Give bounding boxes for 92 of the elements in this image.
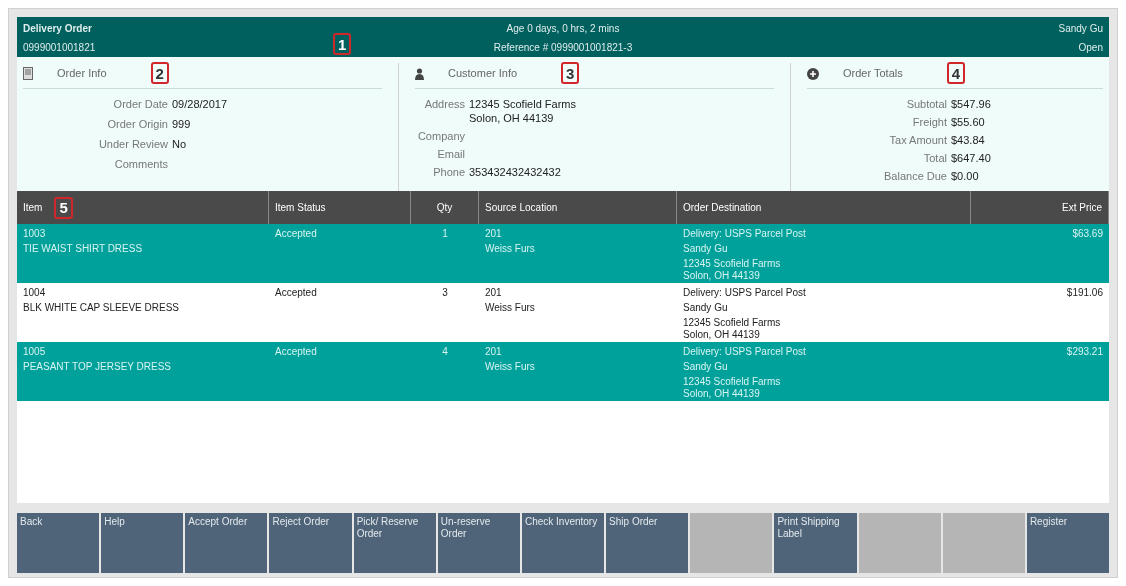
table-row[interactable]: 1005 PEASANT TOP JERSEY DRESS Accepted 4 201 Weiss Furs Delivery: USPS Parcel Post Sandy Gu 12345 Scofield Farms Solon, OH 44139 $293.21 — [17, 342, 1109, 401]
table-cell-text: PEASANT TOP JERSEY DRESS — [23, 360, 173, 373]
table-cell-text: TIE WAIST SHIRT DRESS — [23, 242, 144, 255]
field-label: Address — [423, 97, 465, 111]
order-type: Delivery Order — [23, 22, 92, 36]
action-button[interactable]: Check Inventory — [521, 513, 605, 573]
field-label: Total — [922, 151, 947, 165]
table-cell-text: 201 — [485, 286, 503, 299]
table-cell-text: Delivery: USPS Parcel Post — [683, 227, 807, 240]
table-cell-text: 201 — [485, 227, 503, 240]
field-label: Subtotal — [905, 97, 947, 111]
action-button[interactable]: Reject Order — [269, 513, 352, 573]
order-age: Age 0 days, 0 hrs, 2 mins — [506, 22, 620, 36]
order-number: 0999001001821 — [23, 41, 96, 55]
field-label: Phone — [432, 165, 465, 179]
field-value: 999 — [172, 117, 191, 131]
field-value: 353432432432432 — [469, 165, 561, 179]
action-button[interactable]: Back — [17, 513, 100, 573]
action-button[interactable]: Accept Order — [185, 513, 268, 573]
table-row[interactable]: 1003 TIE WAIST SHIRT DRESS Accepted 1 201 Weiss Furs Delivery: USPS Parcel Post Sandy Gu 12345 Scofield Farms Solon, OH 44139 $63.69 — [17, 224, 1109, 283]
table-cell-text: 1 — [441, 227, 449, 240]
table-cell-text: Sandy Gu — [683, 360, 729, 373]
table-cell-text: $191.06 — [1065, 286, 1103, 299]
column-header[interactable]: Qty — [436, 200, 453, 215]
column-header[interactable]: Source Location — [485, 200, 558, 215]
table-cell-text: $293.21 — [1065, 345, 1103, 358]
table-cell-text: Accepted — [275, 227, 318, 240]
action-button[interactable]: Print Shipping Label — [774, 513, 857, 573]
callout-number: 1 — [333, 33, 352, 55]
table-cell-text: 12345 Scofield Farms — [683, 375, 782, 388]
table-cell-text: Solon, OH 44139 — [683, 387, 761, 400]
section-title: Order Totals — [843, 66, 903, 82]
table-cell-text: 3 — [441, 286, 449, 299]
table-cell-text: Delivery: USPS Parcel Post — [683, 345, 807, 358]
field-value: Solon, OH 44139 — [469, 111, 555, 125]
table-cell-text: Weiss Furs — [485, 242, 536, 255]
field-label: Balance Due — [883, 169, 947, 183]
field-label: Under Review — [97, 137, 168, 151]
action-button[interactable]: Help — [101, 513, 184, 573]
field-value: $55.60 — [951, 115, 985, 129]
column-header[interactable]: Order Destination — [683, 200, 762, 215]
order-reference: Reference # 0999001001821-3 — [493, 41, 633, 55]
table-cell-text: Weiss Furs — [485, 301, 536, 314]
table-cell-text: 12345 Scofield Farms — [683, 257, 782, 270]
field-value: $0.00 — [951, 169, 979, 183]
field-value: 09/28/2017 — [172, 97, 228, 111]
customer-name: Sandy Gu — [1058, 22, 1103, 36]
table-cell-text: 4 — [441, 345, 449, 358]
column-header[interactable]: Ext Price — [1062, 200, 1102, 215]
field-label: Order Origin — [106, 117, 168, 131]
table-cell-text: Solon, OH 44139 — [683, 328, 761, 341]
table-cell-text: 201 — [485, 345, 503, 358]
person-icon — [415, 67, 424, 80]
field-label: Tax Amount — [888, 133, 947, 147]
field-value: $43.84 — [951, 133, 985, 147]
table-cell-text: 1005 — [23, 345, 47, 358]
table-cell-text: BLK WHITE CAP SLEEVE DRESS — [23, 301, 180, 314]
action-button[interactable]: Pick/ Reserve Order — [353, 513, 436, 573]
table-cell-text: Sandy Gu — [683, 301, 729, 314]
field-value: 12345 Scofield Farms — [469, 97, 576, 111]
column-header[interactable]: Item Status — [275, 200, 326, 215]
callout-number: 3 — [561, 62, 580, 84]
table-cell-text: $63.69 — [1071, 227, 1103, 240]
field-label: Comments — [113, 157, 168, 171]
callout-number: 4 — [946, 62, 966, 84]
table-cell-text: Accepted — [275, 286, 318, 299]
table-cell-text: 1003 — [23, 227, 47, 240]
field-label: Company — [416, 129, 465, 143]
field-label: Email — [436, 147, 465, 161]
field-label: Freight — [911, 115, 947, 129]
table-cell-text: Sandy Gu — [683, 242, 729, 255]
table-cell-text: 12345 Scofield Farms — [683, 316, 782, 329]
action-button[interactable]: Un-reserve Order — [437, 513, 520, 573]
action-button[interactable]: Ship Order — [606, 513, 689, 573]
table-cell-text: Accepted — [275, 345, 318, 358]
field-value: No — [172, 137, 187, 151]
field-label: Order Date — [112, 97, 168, 111]
column-header[interactable]: Item — [23, 200, 43, 215]
action-button[interactable]: Register — [1026, 513, 1110, 573]
table-cell-text: Solon, OH 44139 — [683, 269, 761, 282]
callout-number: 5 — [54, 196, 73, 219]
document-icon — [23, 67, 33, 80]
section-title: Customer Info — [448, 66, 518, 82]
field-value: $647.40 — [951, 151, 991, 165]
callout-number: 2 — [150, 62, 169, 84]
table-cell-text: Delivery: USPS Parcel Post — [683, 286, 807, 299]
field-value: $547.96 — [951, 97, 991, 111]
table-cell-text: Weiss Furs — [485, 360, 536, 373]
table-cell-text: 1004 — [23, 286, 47, 299]
plus-circle-icon — [807, 67, 819, 80]
order-status: Open — [1078, 41, 1103, 55]
section-title: Order Info — [57, 66, 107, 82]
